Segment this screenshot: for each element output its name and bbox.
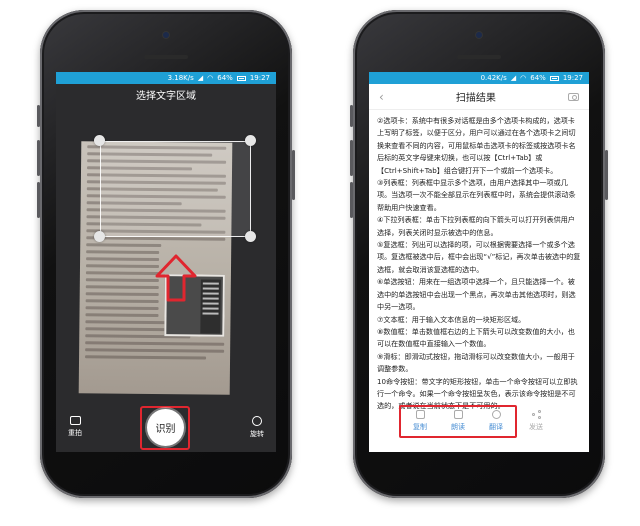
crop-selection-box[interactable] — [100, 141, 251, 237]
left-phone: 3.18K/s ◢ ◠ 64% 19:27 选择文字区域 重拍 旋转 识别 — [37, 10, 295, 498]
front-camera — [163, 32, 169, 38]
network-speed: 3.18K/s — [167, 74, 194, 82]
crop-handle-top-left[interactable] — [94, 135, 105, 146]
battery-icon — [549, 75, 559, 81]
crop-handle-bottom-right[interactable] — [245, 231, 256, 242]
actions-highlight-box: 复制 朗读 翻译 — [399, 404, 517, 438]
scan-result-text: ②选项卡：系统中有很多对话框是由多个选项卡构成的，选项卡上写明了标签，以便于区分… — [369, 110, 589, 410]
battery-level: 64% — [530, 74, 546, 82]
wifi-icon: ◠ — [207, 74, 214, 82]
volume-down-button — [350, 182, 353, 218]
back-chevron-icon[interactable]: ‹ — [379, 90, 384, 104]
crop-handle-top-right[interactable] — [245, 135, 256, 146]
translate-label: 翻译 — [489, 423, 503, 431]
result-paragraph: ⑥单选按钮：用来在一组选项中选择一个，且只能选择一个。被选中的单选按钮中会出现一… — [377, 277, 576, 312]
front-camera — [476, 32, 482, 38]
result-paragraph: ②选项卡：系统中有很多对话框是由多个选项卡构成的，选项卡上写明了标签，以便于区分… — [377, 116, 576, 175]
camera-crop-view: 选择文字区域 重拍 旋转 识别 — [56, 84, 276, 452]
network-speed: 0.42K/s — [480, 74, 507, 82]
rotate-button[interactable]: 旋转 — [250, 415, 264, 439]
earpiece-speaker — [457, 55, 501, 59]
volume-up-button — [37, 140, 40, 176]
result-paragraph: ③列表框：列表框中显示多个选项，由用户选择其中一项或几项。当选项一次不能全部显示… — [377, 178, 576, 212]
wifi-icon: ◠ — [520, 74, 527, 82]
signal-icon: ◢ — [510, 74, 517, 82]
earpiece-speaker — [144, 55, 188, 59]
right-phone: 0.42K/s ◢ ◠ 64% 19:27 ‹ 扫描结果 ②选项卡：系统中有很多… — [350, 10, 608, 498]
clock: 19:27 — [562, 74, 583, 82]
battery-level: 64% — [217, 74, 233, 82]
read-aloud-button[interactable]: 朗读 — [451, 410, 465, 432]
mute-switch — [37, 105, 40, 127]
copy-label: 复制 — [413, 423, 427, 431]
battery-icon — [236, 75, 246, 81]
share-icon — [531, 410, 541, 419]
header: ‹ 扫描结果 — [369, 84, 589, 110]
copy-button[interactable]: 复制 — [413, 410, 427, 432]
rotate-icon — [252, 415, 262, 426]
result-paragraph: ⑤复选框：列出可以选择的项，可以根据需要选择一个或多个选项。复选框被选中后，框中… — [377, 240, 581, 274]
action-bar: 复制 朗读 翻译 发送 — [369, 403, 589, 439]
volume-down-button — [37, 182, 40, 218]
signal-icon: ◢ — [197, 74, 204, 82]
speaker-icon — [453, 410, 463, 419]
copy-icon — [415, 410, 425, 419]
mute-switch — [350, 105, 353, 127]
left-screen: 3.18K/s ◢ ◠ 64% 19:27 选择文字区域 重拍 旋转 识别 — [56, 72, 276, 452]
result-paragraph: ⑦文本框：用于输入文本信息的一块矩形区域。 — [377, 314, 526, 324]
status-bar: 3.18K/s ◢ ◠ 64% 19:27 — [56, 72, 276, 84]
translate-icon — [491, 410, 501, 419]
result-paragraph: ⑨滑标：即滑动式按钮，拖动滑标可以改变数值大小，一般用于调整参数。 — [377, 351, 575, 374]
read-label: 朗读 — [451, 423, 465, 431]
status-bar: 0.42K/s ◢ ◠ 64% 19:27 — [369, 72, 589, 84]
recognize-label: 识别 — [155, 424, 176, 435]
up-arrow-annotation-icon — [155, 254, 197, 302]
power-button — [605, 150, 608, 200]
page-title: 选择文字区域 — [136, 91, 196, 102]
send-button[interactable]: 发送 — [529, 410, 543, 432]
camera-icon[interactable] — [568, 92, 579, 101]
crop-handle-bottom-left[interactable] — [94, 231, 105, 242]
camera-icon — [69, 416, 81, 425]
volume-up-button — [350, 140, 353, 176]
right-screen: 0.42K/s ◢ ◠ 64% 19:27 ‹ 扫描结果 ②选项卡：系统中有很多… — [369, 72, 589, 452]
send-label: 发送 — [529, 423, 543, 431]
power-button — [292, 150, 295, 200]
rotate-label: 旋转 — [250, 429, 264, 438]
clock: 19:27 — [249, 74, 270, 82]
result-paragraph: ④下拉列表框：单击下拉列表框的向下箭头可以打开列表供用户选择，列表关闭时显示被选… — [377, 215, 575, 237]
retake-button[interactable]: 重拍 — [68, 416, 82, 438]
page-title: 扫描结果 — [455, 93, 496, 104]
translate-button[interactable]: 翻译 — [489, 410, 503, 432]
retake-label: 重拍 — [68, 429, 82, 437]
result-paragraph: ⑧数值框：单击数值框右边的上下箭头可以改变数值的大小，也可以在数值框中直接输入一… — [377, 326, 575, 349]
recognize-highlight-box: 识别 — [140, 406, 190, 450]
recognize-button[interactable]: 识别 — [147, 409, 184, 446]
